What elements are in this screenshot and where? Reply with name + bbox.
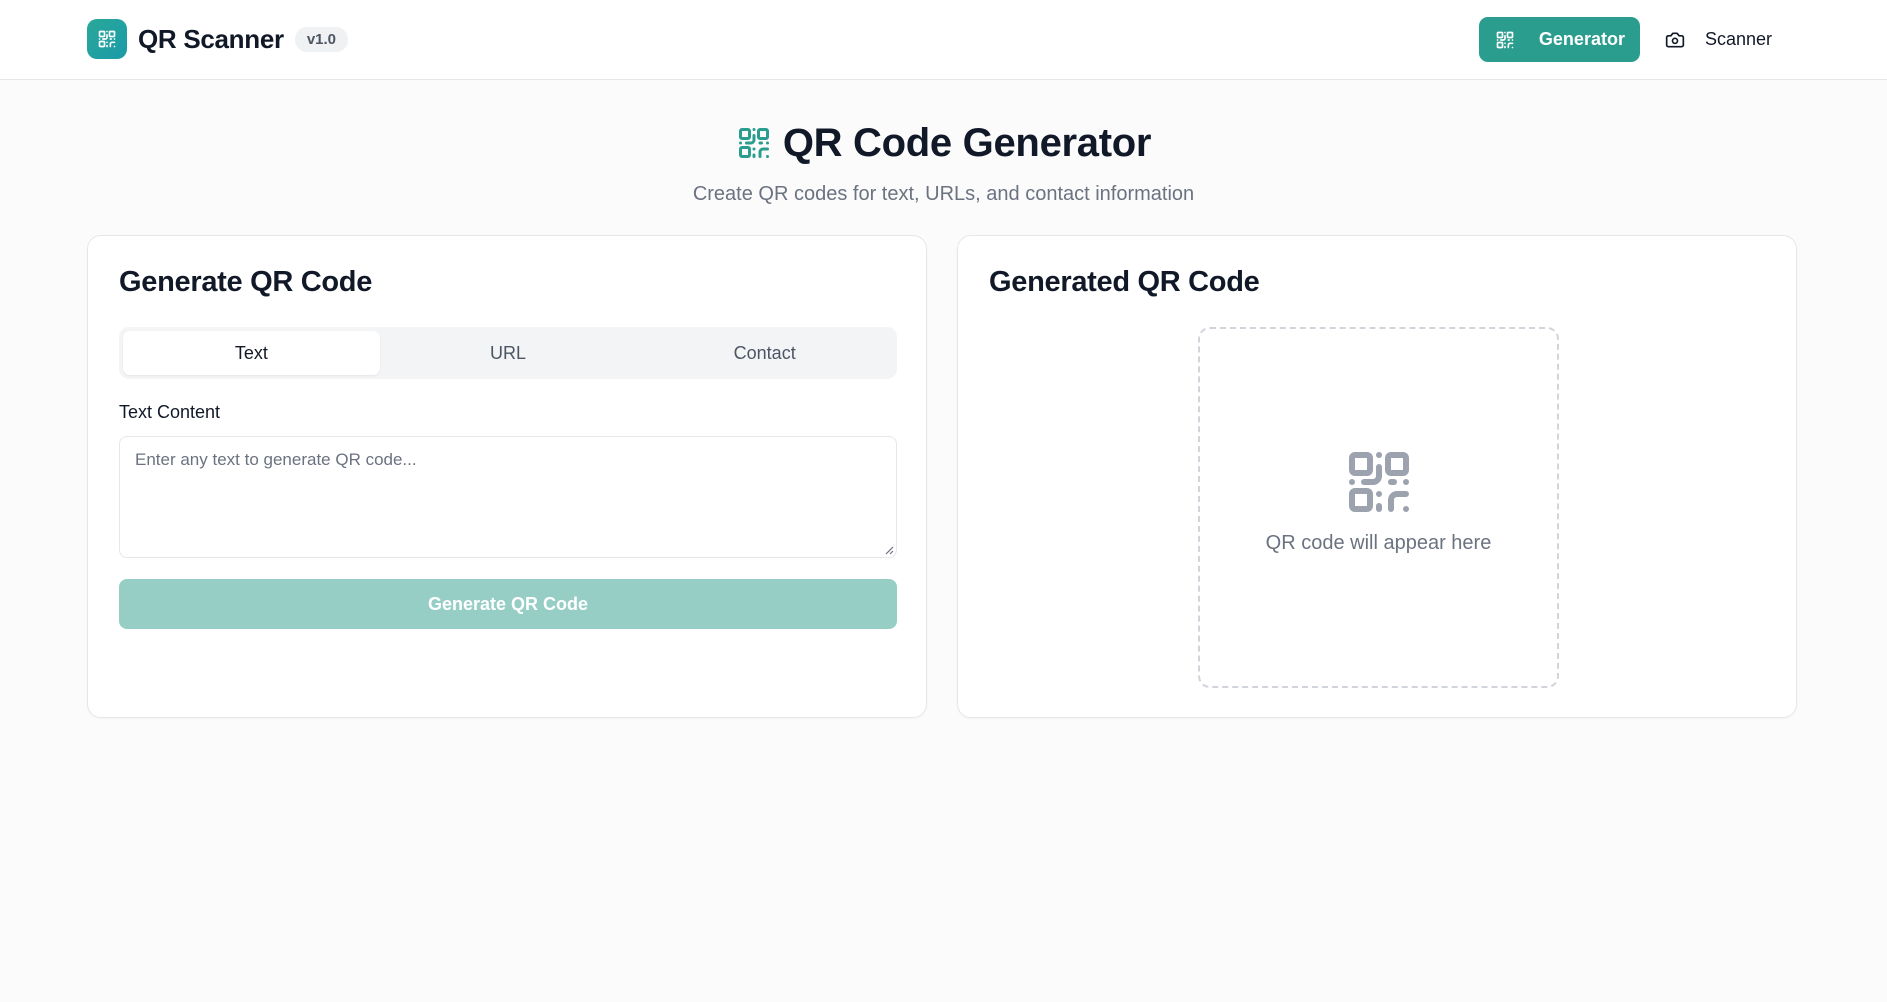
app-title: QR Scanner (138, 23, 284, 54)
qr-placeholder-text: QR code will appear here (1265, 532, 1492, 554)
hero-section: QR Code Generator Create QR codes for te… (0, 118, 1887, 206)
nav-scanner-button[interactable]: Scanner (1648, 17, 1787, 62)
generate-qr-button[interactable]: Generate QR Code (119, 579, 897, 629)
nav-scanner-label: Scanner (1704, 29, 1772, 49)
page-subtitle: Create QR codes for text, URLs, and cont… (692, 183, 1195, 205)
brand-logo (87, 19, 127, 59)
tab-url[interactable]: URL (380, 331, 637, 375)
qr-code-icon (1496, 31, 1514, 48)
tab-contact[interactable]: Contact (636, 331, 893, 375)
generate-card-title: Generate QR Code (119, 266, 373, 298)
tab-text[interactable]: Text (123, 331, 380, 375)
nav-generator-label: Generator (1538, 29, 1625, 49)
resize-handle-icon[interactable] (884, 545, 894, 555)
result-card-title: Generated QR Code (989, 266, 1260, 298)
qr-code-icon (1348, 452, 1409, 513)
camera-icon (1665, 32, 1685, 48)
brand[interactable]: QR Scanner v1.0 (87, 19, 349, 59)
qr-code-icon (98, 30, 116, 48)
page-title: QR Code Generator (782, 120, 1152, 165)
nav-generator-button[interactable]: Generator (1478, 17, 1640, 62)
result-card: Generated QR Code QR code will appear he… (957, 235, 1797, 718)
main-nav: Generator Scanner (1478, 17, 1787, 62)
generate-card: Generate QR Code Text URL Contact Text C… (87, 235, 927, 718)
content-type-tabs: Text URL Contact (119, 327, 897, 379)
text-content-input[interactable] (119, 436, 897, 558)
qr-preview-placeholder: QR code will appear here (1198, 327, 1559, 688)
text-content-label: Text Content (119, 402, 221, 422)
top-header: QR Scanner v1.0 Generator Scanner (0, 0, 1887, 80)
version-badge: v1.0 (294, 26, 349, 52)
hero-title-row: QR Code Generator (0, 118, 1887, 168)
qr-code-icon (738, 128, 769, 159)
